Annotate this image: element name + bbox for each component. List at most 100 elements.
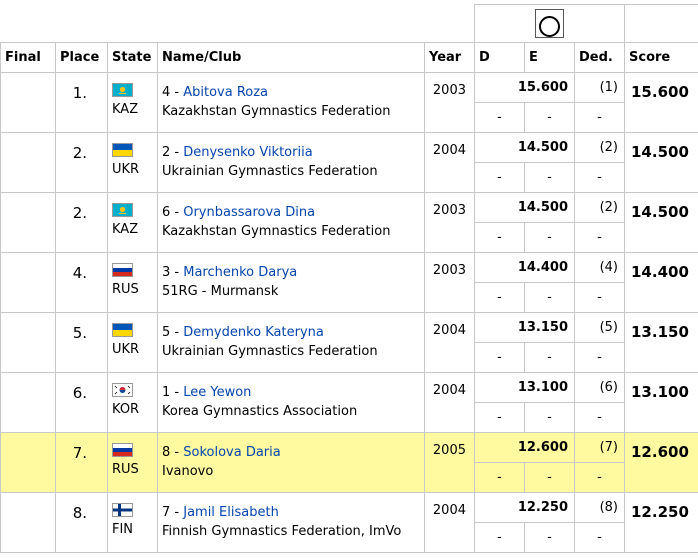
- table-row: 6. KOR 1 - Lee Yewon Korea Gymnastics Assoc…: [0, 372, 698, 433]
- d-sub: -: [474, 162, 525, 193]
- place-cell: 5.: [55, 312, 108, 373]
- e-score: 12.250: [474, 492, 575, 523]
- state-cell: RUS: [107, 252, 158, 313]
- d-sub: -: [474, 102, 525, 133]
- e-score: 14.400: [474, 252, 575, 283]
- gymnast-link[interactable]: Marchenko Darya: [183, 265, 297, 280]
- final-cell: [0, 312, 56, 373]
- table-row: 2. UKR 2 - Denysenko Viktoriia Ukrainian Gy…: [0, 132, 698, 193]
- club-name: Finnish Gymnastics Federation, ImVo: [162, 524, 402, 539]
- e-score: 12.600: [474, 432, 575, 463]
- ded-sub: -: [574, 342, 625, 373]
- club-name: Ivanovo: [162, 464, 214, 479]
- e-score: 13.150: [474, 312, 575, 343]
- gymnast-link[interactable]: Orynbassarova Dina: [183, 205, 315, 220]
- e-sub: -: [524, 162, 575, 193]
- total-score: 12.600: [624, 432, 698, 493]
- e-sub: -: [524, 342, 575, 373]
- name-cell: 3 - Marchenko Darya 51RG - Murmansk: [157, 252, 425, 313]
- rank-cell: (5): [574, 312, 625, 343]
- total-score: 13.150: [624, 312, 698, 373]
- state-cell: KOR: [107, 372, 158, 433]
- club-name: Ukrainian Gymnastics Federation: [162, 344, 378, 359]
- bib-number: 6 -: [162, 205, 184, 220]
- country-code: RUS: [112, 282, 139, 297]
- place-cell: 2.: [55, 132, 108, 193]
- country-code: FIN: [112, 522, 134, 537]
- results-table: Final Place State Name/Club Year D E Ded…: [0, 4, 698, 553]
- final-cell: [0, 132, 56, 193]
- gymnast-link[interactable]: Demydenko Kateryna: [183, 325, 324, 340]
- bib-number: 1 -: [162, 385, 184, 400]
- bib-number: 3 -: [162, 265, 184, 280]
- place-cell: 4.: [55, 252, 108, 313]
- d-sub: -: [474, 522, 525, 553]
- ded-sub: -: [574, 462, 625, 493]
- gymnast-link[interactable]: Lee Yewon: [183, 385, 251, 400]
- blank-cell: [158, 5, 425, 43]
- e-score: 14.500: [474, 192, 575, 223]
- country-code: RUS: [112, 462, 139, 477]
- e-sub: -: [524, 522, 575, 553]
- header-d: D: [474, 42, 525, 73]
- state-cell: KAZ: [107, 192, 158, 253]
- hoop-icon: [535, 9, 564, 38]
- d-sub: -: [474, 462, 525, 493]
- blank-cell: [56, 5, 108, 43]
- header-place: Place: [55, 42, 108, 73]
- total-score: 14.400: [624, 252, 698, 313]
- country-code: KAZ: [112, 102, 139, 117]
- total-score: 13.100: [624, 372, 698, 433]
- club-name: Ukrainian Gymnastics Federation: [162, 164, 378, 179]
- gymnast-link[interactable]: Sokolova Daria: [183, 445, 280, 460]
- flag-fin-icon: [112, 503, 133, 517]
- flag-kaz-icon: [112, 203, 133, 217]
- name-cell: 4 - Abitova Roza Kazakhstan Gymnastics Fe…: [157, 72, 425, 133]
- header-year: Year: [424, 42, 475, 73]
- final-cell: [0, 252, 56, 313]
- blank-cell: [624, 4, 698, 43]
- place-cell: 2.: [55, 192, 108, 253]
- name-cell: 1 - Lee Yewon Korea Gymnastics Associatio…: [157, 372, 425, 433]
- header-score: Score: [624, 42, 698, 73]
- bib-number: 7 -: [162, 505, 184, 520]
- header-final: Final: [0, 42, 56, 73]
- state-cell: UKR: [107, 132, 158, 193]
- bib-number: 5 -: [162, 325, 184, 340]
- country-code: UKR: [112, 162, 140, 177]
- country-code: KOR: [112, 402, 140, 417]
- name-cell: 2 - Denysenko Viktoriia Ukrainian Gymnast…: [157, 132, 425, 193]
- ded-sub: -: [574, 522, 625, 553]
- club-name: Korea Gymnastics Association: [162, 404, 358, 419]
- year-cell: 2003: [424, 72, 475, 133]
- e-score: 13.100: [474, 372, 575, 403]
- club-name: Kazakhstan Gymnastics Federation: [162, 224, 391, 239]
- d-sub: -: [474, 282, 525, 313]
- ded-sub: -: [574, 102, 625, 133]
- table-row: 4. RUS 3 - Marchenko Darya 51RG - Murmansk 2…: [0, 252, 698, 313]
- total-score: 14.500: [624, 192, 698, 253]
- rank-cell: (6): [574, 372, 625, 403]
- total-score: 12.250: [624, 492, 698, 553]
- flag-rus-icon: [112, 443, 133, 457]
- blank-cell: [1, 5, 56, 43]
- e-sub: -: [524, 102, 575, 133]
- gymnast-link[interactable]: Abitova Roza: [183, 85, 268, 100]
- year-cell: 2004: [424, 312, 475, 373]
- final-cell: [0, 372, 56, 433]
- ded-sub: -: [574, 282, 625, 313]
- final-cell: [0, 72, 56, 133]
- final-cell: [0, 432, 56, 493]
- final-cell: [0, 192, 56, 253]
- apparatus-header: [474, 4, 625, 43]
- gymnast-link[interactable]: Denysenko Viktoriia: [183, 145, 312, 160]
- country-code: UKR: [112, 342, 140, 357]
- place-cell: 1.: [55, 72, 108, 133]
- e-sub: -: [524, 462, 575, 493]
- gymnast-link[interactable]: Jamil Elisabeth: [183, 505, 279, 520]
- state-cell: FIN: [107, 492, 158, 553]
- flag-kaz-icon: [112, 83, 133, 97]
- header-state: State: [107, 42, 158, 73]
- flag-ukr-icon: [112, 143, 133, 157]
- total-score: 14.500: [624, 132, 698, 193]
